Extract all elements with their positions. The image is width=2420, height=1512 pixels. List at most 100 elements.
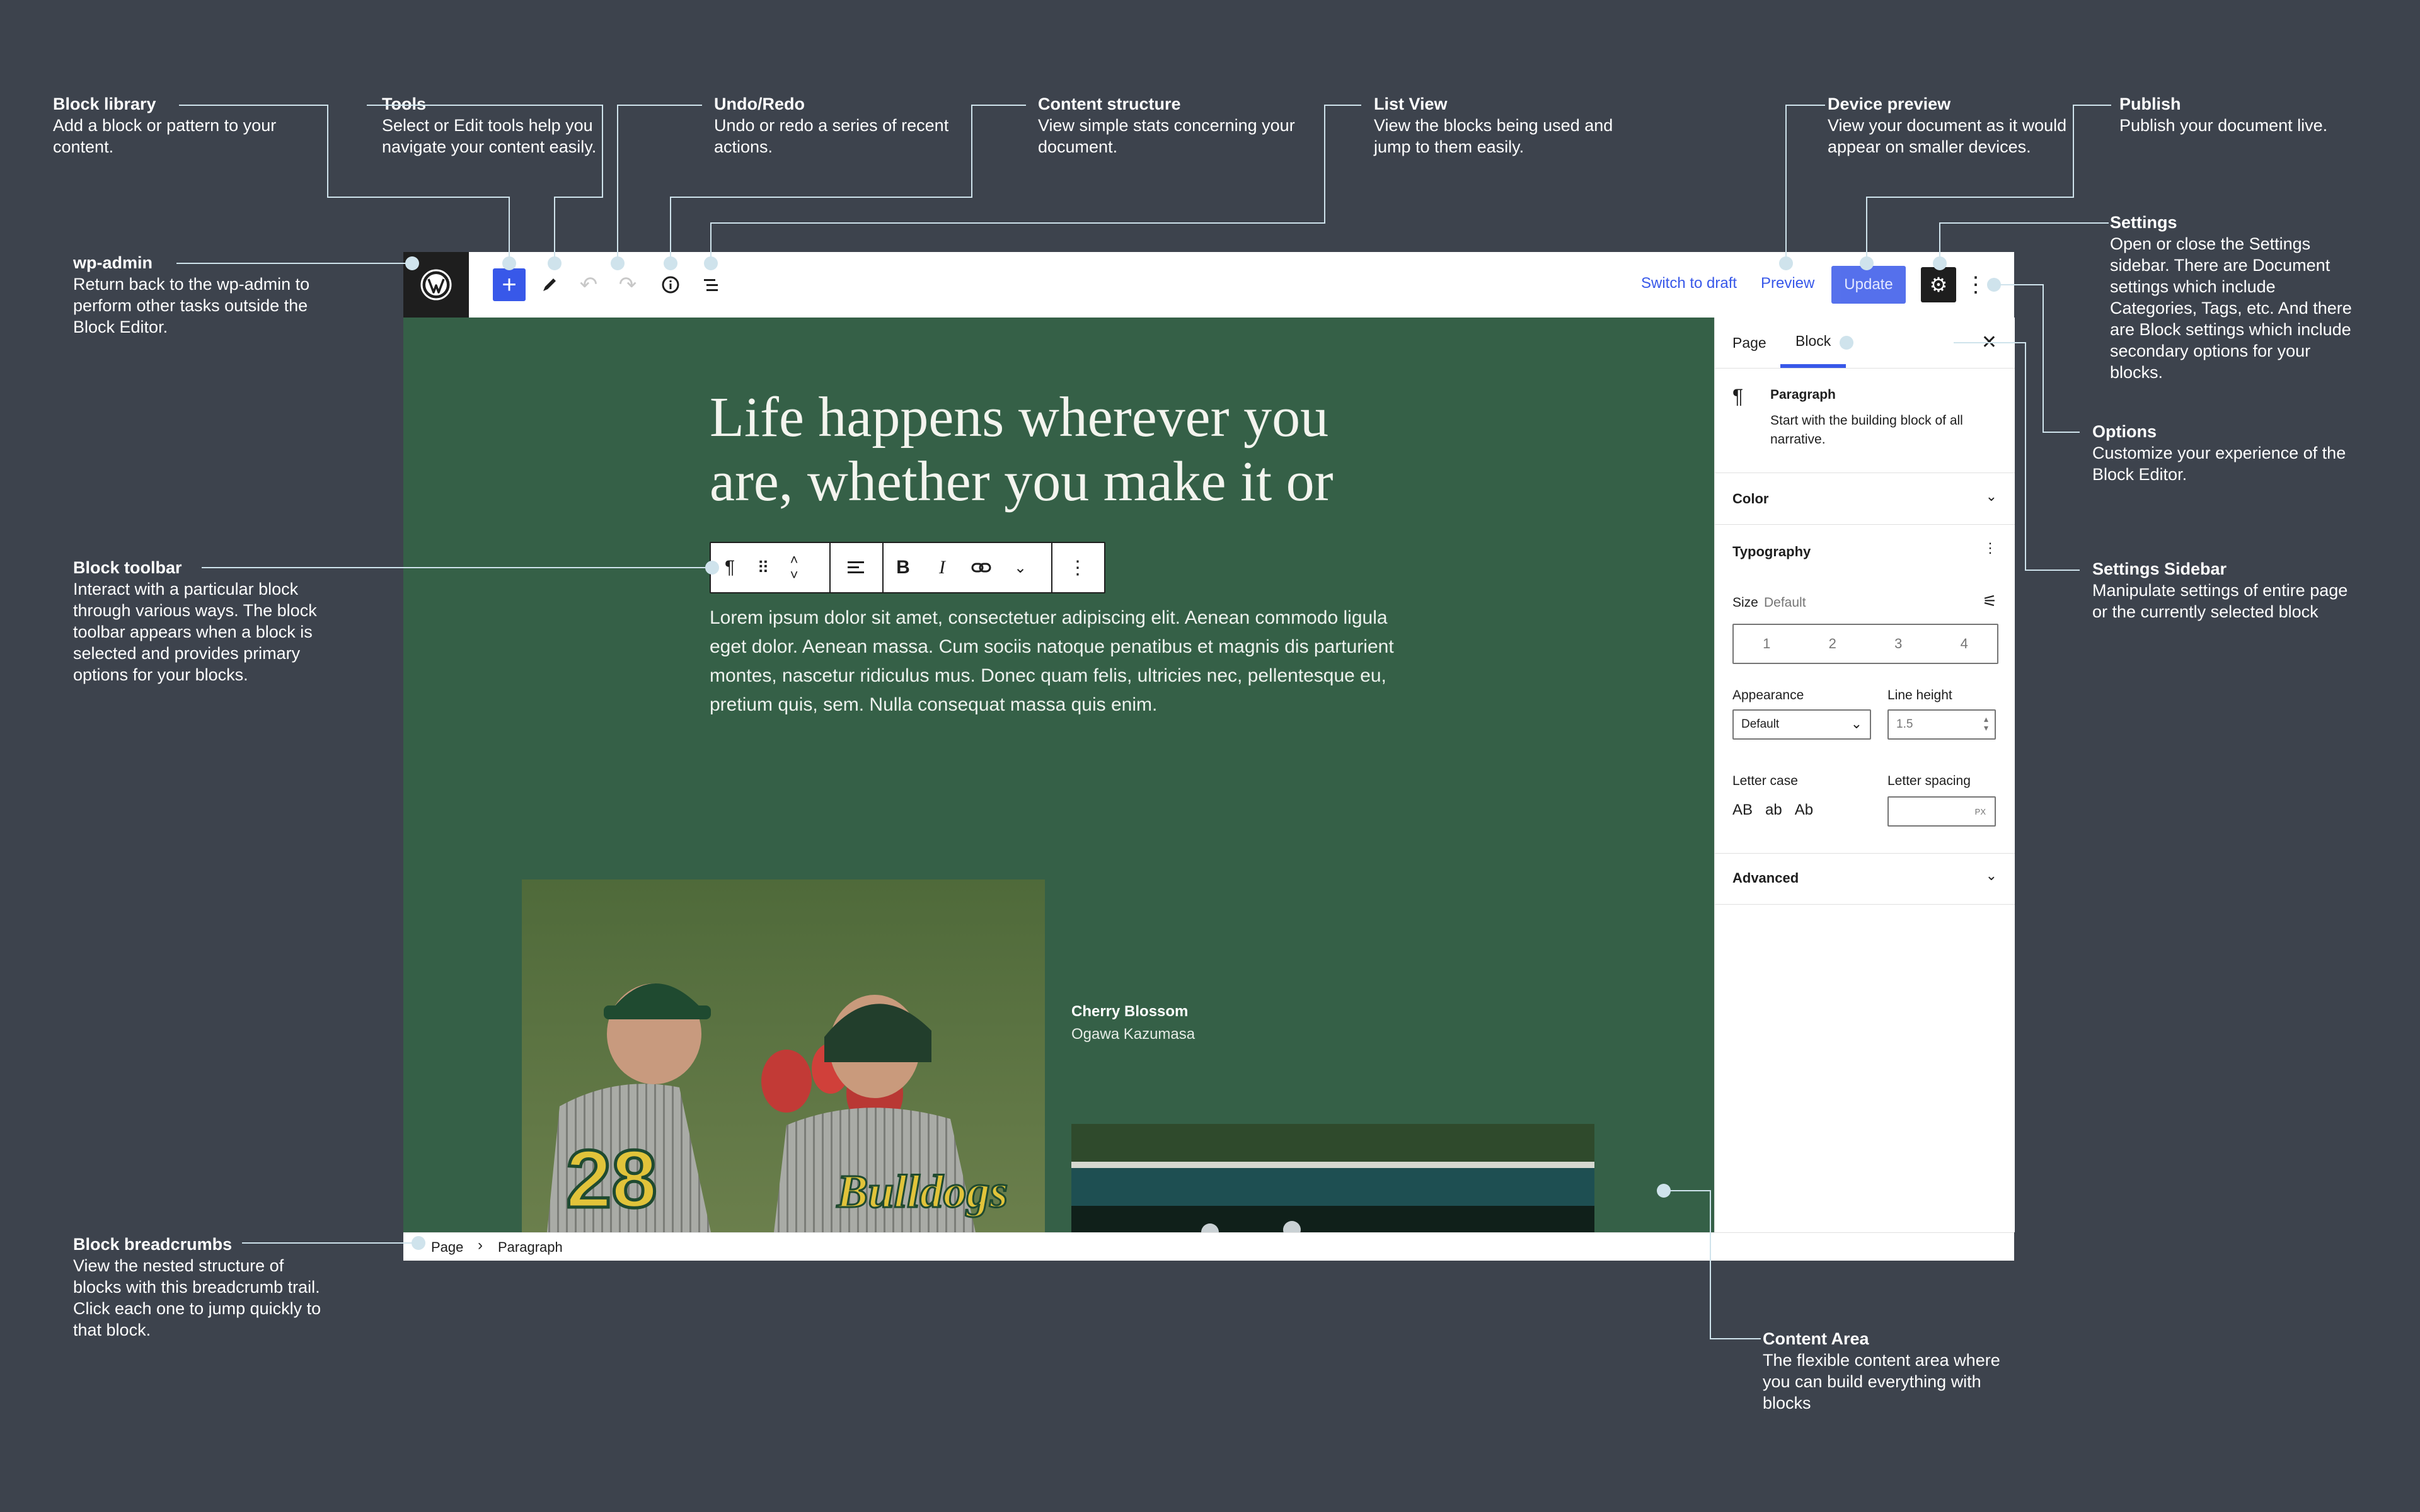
advanced-panel[interactable]: Advanced ⌄	[1715, 853, 2015, 905]
appearance-label: Appearance	[1732, 688, 1804, 702]
annotation-desc: Customize your experience of the Block E…	[2092, 444, 2346, 484]
chevron-down-icon: ⌄	[1985, 868, 1997, 883]
content-area[interactable]: Life happens wherever you are, whether y…	[403, 318, 1714, 1232]
dugout-image[interactable]	[1071, 1124, 1594, 1232]
align-left-icon	[848, 561, 864, 573]
block-editor-window: + ↶ ↷ Switch to draft Preview Update ⚙ ⋮…	[403, 252, 2015, 1261]
letter-case-label: Letter case	[1732, 774, 1798, 788]
annotation-desc: Undo or redo a series of recent actions.	[714, 116, 949, 156]
breadcrumb-page[interactable]: Page	[431, 1239, 463, 1256]
dugout-photo	[1071, 1124, 1594, 1232]
annotation-desc: Open or close the Settings sidebar. Ther…	[2110, 234, 2352, 382]
baseball-photo: 28 Bulldogs	[522, 879, 1045, 1232]
annotation-block-library: Block library Add a block or pattern to …	[53, 93, 299, 158]
block-toolbar: ¶ ⠿ ˄ ˅ B I ⌄ ⋮	[710, 542, 1105, 593]
size-label: Size	[1732, 595, 1758, 610]
block-card-description: Start with the building block of all nar…	[1770, 413, 1963, 447]
chevron-down-icon: ⌄	[1985, 488, 1997, 504]
annotation-title: Block toolbar	[73, 558, 182, 577]
letter-spacing-unit: PX	[1974, 806, 1986, 816]
tools-button[interactable]	[533, 268, 566, 301]
details-button[interactable]	[654, 268, 687, 301]
annotation-dot	[412, 1236, 425, 1250]
undo-button[interactable]: ↶	[572, 268, 605, 301]
paragraph-icon: ¶	[1732, 385, 1744, 408]
annotation-desc: Select or Edit tools help you navigate y…	[382, 116, 597, 156]
color-panel[interactable]: Color ⌄	[1715, 472, 2015, 525]
font-size-option[interactable]: 1	[1734, 625, 1800, 663]
annotation-content-structure: Content structure View simple stats conc…	[1038, 93, 1309, 158]
annotation-block-breadcrumbs: Block breadcrumbs View the nested struct…	[73, 1234, 331, 1341]
plus-icon: +	[502, 270, 517, 299]
block-options-button[interactable]: ⋮	[1052, 543, 1103, 592]
chevron-down-icon: ⌄	[1850, 716, 1862, 731]
more-formatting-button[interactable]: ⌄	[1001, 543, 1040, 592]
size-value: Default	[1764, 595, 1806, 610]
letter-spacing-input[interactable]: PX	[1887, 796, 1996, 827]
bold-button[interactable]: B	[884, 543, 923, 592]
close-sidebar-button[interactable]: ✕	[1981, 331, 1997, 353]
annotation-device-preview: Device preview View your document as it …	[1828, 93, 2092, 158]
annotation-list-view: List View View the blocks being used and…	[1374, 93, 1645, 158]
baseball-image[interactable]: 28 Bulldogs	[522, 879, 1045, 1232]
paragraph-block[interactable]: Lorem ipsum dolor sit amet, consectetuer…	[710, 604, 1403, 719]
switch-to-draft-button[interactable]: Switch to draft	[1641, 275, 1737, 292]
update-button[interactable]: Update	[1831, 266, 1906, 304]
font-size-option[interactable]: 4	[1932, 625, 1998, 663]
breadcrumb-paragraph[interactable]: Paragraph	[498, 1239, 563, 1256]
annotation-desc: Publish your document live.	[2119, 116, 2328, 135]
annotation-content-area: Content Area The flexible content area w…	[1763, 1328, 2015, 1414]
annotation-block-toolbar: Block toolbar Interact with a particular…	[73, 557, 331, 685]
custom-size-button[interactable]: ⚟	[1983, 592, 1997, 611]
lowercase-button[interactable]: ab	[1765, 801, 1782, 819]
redo-button[interactable]: ↷	[611, 268, 644, 301]
tab-block[interactable]: Block	[1780, 318, 1847, 368]
editor-header: + ↶ ↷ Switch to draft Preview Update ⚙ ⋮	[403, 252, 2014, 318]
annotation-desc: View your document as it would appear on…	[1828, 116, 2067, 156]
drag-handle[interactable]: ⠿	[749, 543, 778, 592]
typography-options-button[interactable]: ⋮	[1983, 540, 1997, 556]
annotation-dot	[1840, 336, 1853, 350]
annotation-dot	[1987, 278, 2001, 292]
info-icon	[662, 276, 679, 294]
sliders-icon: ⚟	[1982, 592, 1997, 610]
annotation-dot	[704, 256, 718, 270]
annotation-dot	[548, 256, 562, 270]
move-buttons[interactable]: ˄ ˅	[778, 543, 810, 592]
block-inserter-button[interactable]: +	[493, 268, 526, 301]
annotation-dot	[1933, 256, 1947, 270]
more-vertical-icon: ⋮	[1983, 540, 1997, 556]
settings-button[interactable]: ⚙	[1921, 267, 1956, 302]
tab-page[interactable]: Page	[1732, 318, 1766, 368]
align-button[interactable]	[831, 543, 881, 592]
annotation-desc: Manipulate settings of entire page or th…	[2092, 581, 2348, 621]
annotation-dot	[1657, 1184, 1671, 1198]
jersey-team-text: Bulldogs	[836, 1166, 1008, 1218]
italic-icon: I	[939, 557, 945, 578]
annotation-desc: Return back to the wp-admin to perform o…	[73, 275, 310, 336]
heading-block[interactable]: Life happens wherever you are, whether y…	[710, 386, 1352, 524]
link-icon	[971, 563, 991, 573]
line-height-input[interactable]: 1.5 ▴ ▾	[1887, 709, 1996, 740]
appearance-select[interactable]: Default ⌄	[1732, 709, 1871, 740]
annotation-dot	[611, 256, 625, 270]
annotation-options: Options Customize your experience of the…	[2092, 421, 2357, 485]
list-view-button[interactable]	[694, 268, 727, 301]
italic-button[interactable]: I	[923, 543, 962, 592]
annotation-title: Settings	[2110, 213, 2177, 232]
preview-button[interactable]: Preview	[1761, 275, 1814, 292]
font-size-option[interactable]: 2	[1800, 625, 1866, 663]
font-size-option[interactable]: 3	[1865, 625, 1932, 663]
annotation-wp-admin: wp-admin Return back to the wp-admin to …	[73, 252, 331, 338]
block-card: ¶ Paragraph Start with the building bloc…	[1715, 368, 2015, 473]
annotation-title: Content Area	[1763, 1329, 1869, 1348]
uppercase-button[interactable]: AB	[1732, 801, 1753, 819]
capitalize-button[interactable]: Ab	[1795, 801, 1813, 819]
annotation-publish: Publish Publish your document live.	[2119, 93, 2346, 136]
link-button[interactable]	[962, 543, 1001, 592]
font-size-picker[interactable]: 1 2 3 4	[1732, 624, 1998, 664]
annotation-title: List View	[1374, 94, 1448, 113]
annotation-settings: Settings Open or close the Settings side…	[2110, 212, 2362, 383]
image-caption-subtitle: Ogawa Kazumasa	[1071, 1026, 1196, 1043]
options-button[interactable]: ⋮	[1965, 268, 1986, 301]
